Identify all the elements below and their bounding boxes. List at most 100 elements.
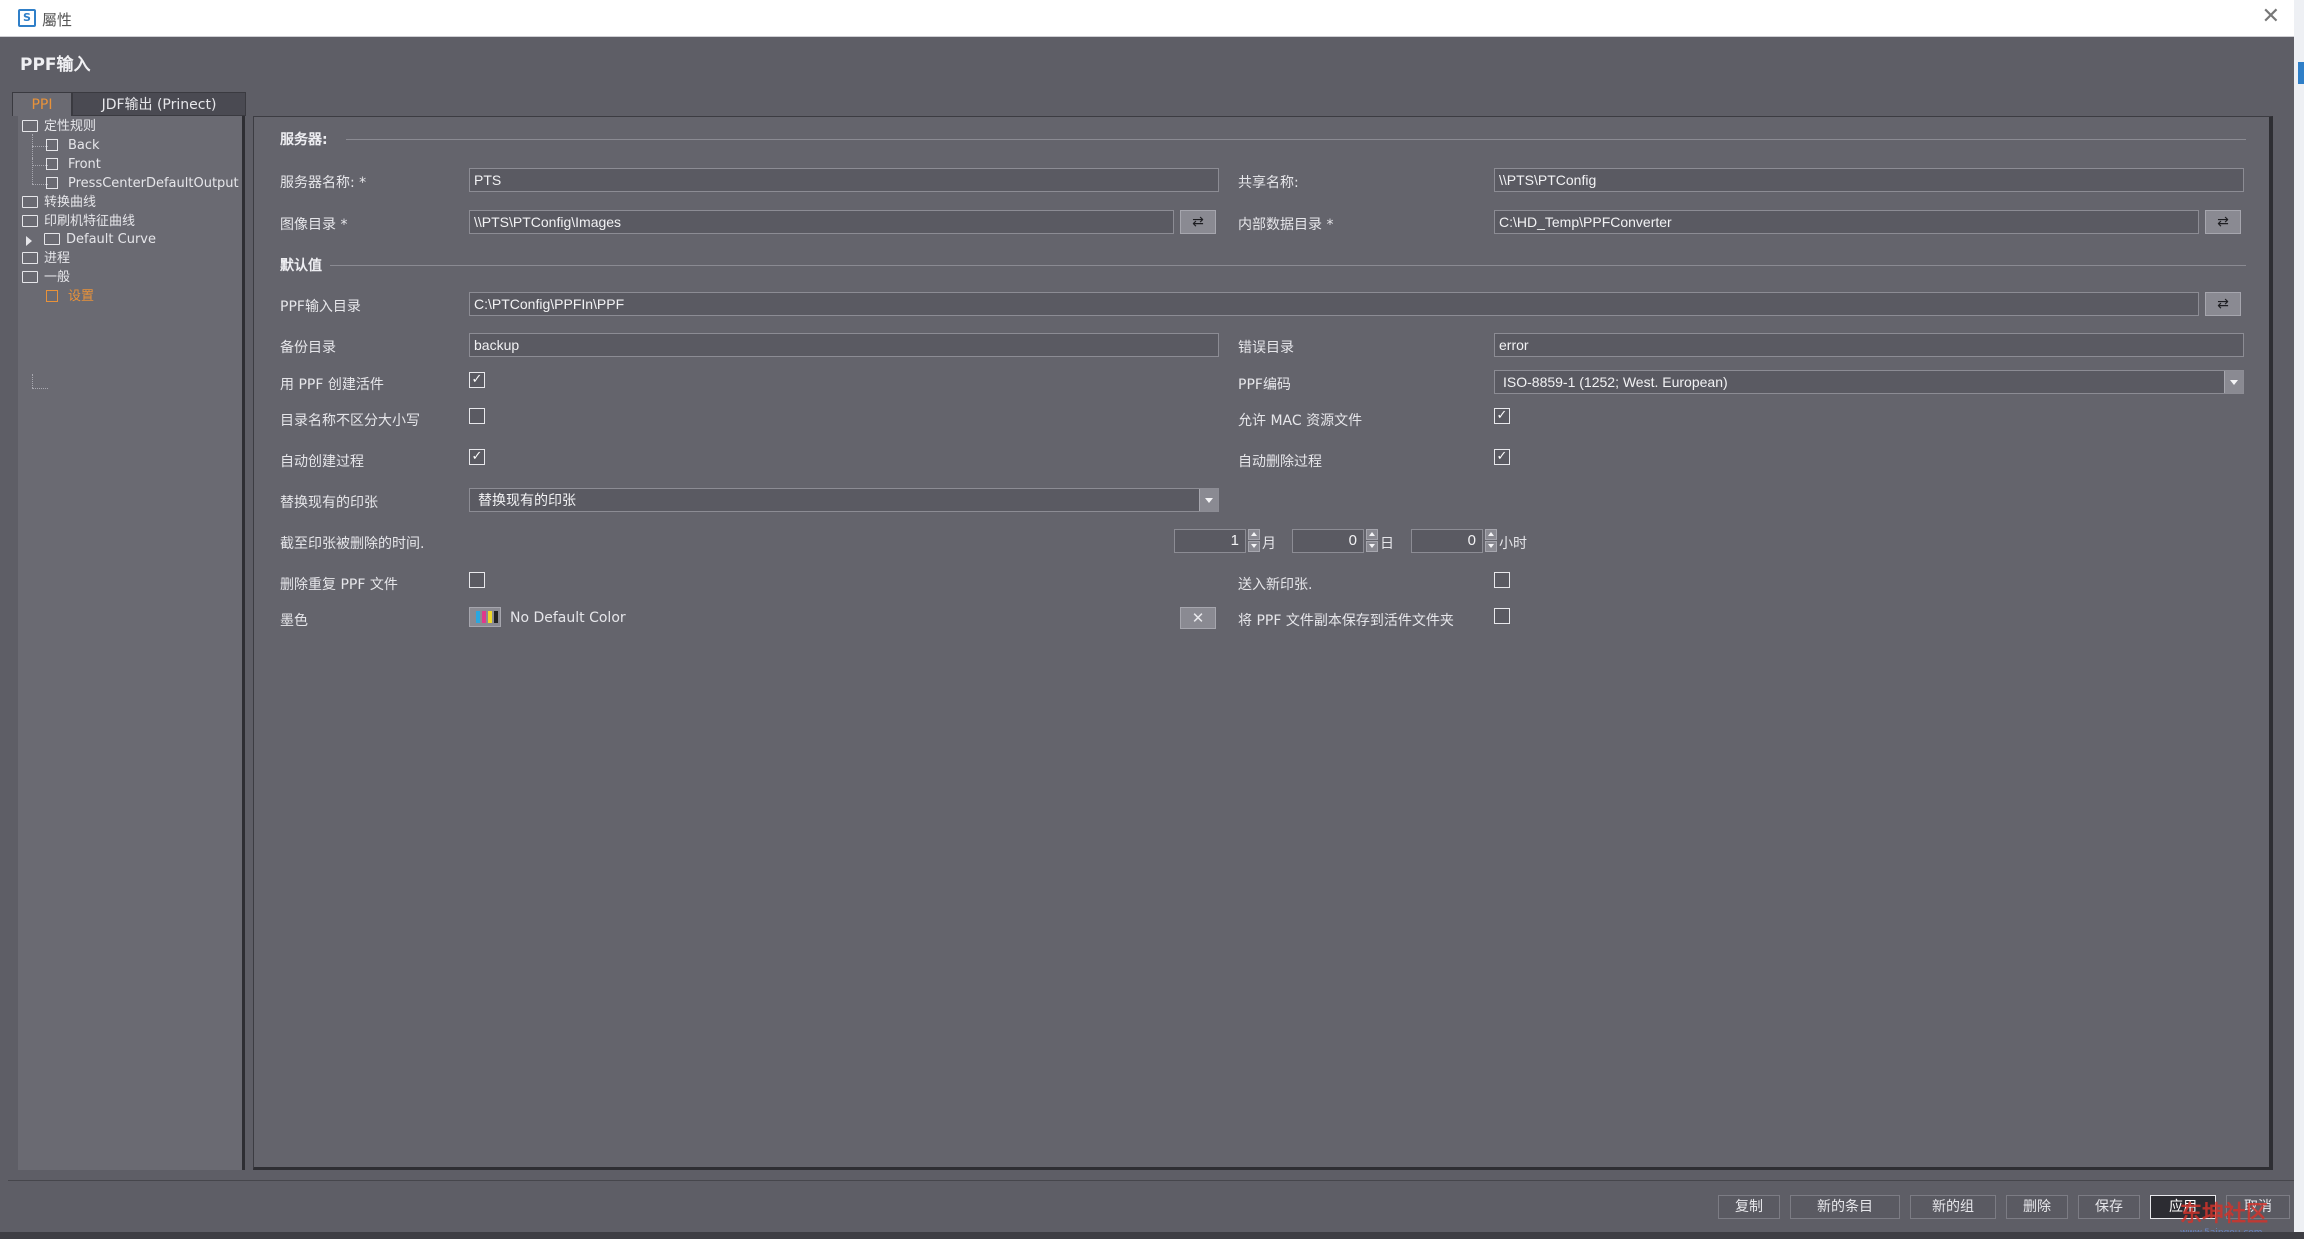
auto-delete-checkbox[interactable]: ✓	[1494, 449, 1510, 465]
checkbox-icon	[46, 289, 58, 302]
tree-item-back[interactable]: Back	[46, 137, 100, 155]
tree-item-presscenter[interactable]: PressCenterDefaultOutput	[46, 175, 239, 193]
folder-icon	[22, 270, 38, 283]
tree-item-general[interactable]: 一般	[22, 269, 70, 287]
clear-icon[interactable]: ✕	[1180, 607, 1216, 629]
hours-spinner[interactable]	[1485, 529, 1497, 553]
window-title: 屬性	[42, 11, 73, 29]
server-name-label: 服务器名称: *	[280, 175, 367, 191]
delete-duplicate-checkbox[interactable]	[469, 572, 485, 588]
months-unit: 月	[1262, 536, 1276, 552]
tree-item-settings[interactable]: 设置	[46, 288, 94, 306]
page-title: PPF输入	[20, 55, 91, 75]
dropdown-arrow-icon[interactable]	[1199, 489, 1218, 511]
delete-button[interactable]: 删除	[2006, 1195, 2068, 1219]
tab-ppi[interactable]: PPI	[12, 92, 72, 116]
backup-dir-input[interactable]: backup	[469, 333, 1219, 357]
tree-item-process[interactable]: 进程	[22, 250, 70, 268]
background-window-accent	[2298, 62, 2304, 84]
internal-dir-input[interactable]: C:\HD_Temp\PPFConverter	[1494, 210, 2199, 234]
settings-form: 服务器: 服务器名称: * PTS 共享名称: \\PTS\PTConfig 图…	[253, 116, 2273, 1170]
delete-time-label: 截至印张被删除的时间.	[280, 536, 425, 552]
window-bottom-edge	[0, 1232, 2304, 1239]
ppf-input-label: PPF输入目录	[280, 299, 361, 315]
action-bar: 复制 新的条目 新的组 删除 保存 应用 取消	[8, 1180, 2294, 1233]
months-spinner[interactable]	[1248, 529, 1260, 553]
folder-icon	[22, 214, 38, 227]
allow-mac-checkbox[interactable]: ✓	[1494, 408, 1510, 424]
tree-item-label: 进程	[44, 251, 71, 266]
tree-item-label: 一般	[44, 270, 71, 285]
tree-item-default-curve[interactable]: Default Curve	[44, 231, 156, 249]
tree-item-label: PressCenterDefaultOutput	[68, 176, 239, 191]
spin-down-icon[interactable]	[1485, 541, 1497, 552]
tree-item-label: 印刷机特征曲线	[44, 214, 136, 229]
replace-sheets-select[interactable]: 替换现有的印张	[469, 488, 1219, 512]
tree-item-label: Back	[68, 138, 100, 153]
checkbox-icon	[46, 176, 58, 189]
new-entry-button[interactable]: 新的条目	[1790, 1195, 1900, 1219]
copy-button[interactable]: 复制	[1718, 1195, 1780, 1219]
auto-delete-label: 自动删除过程	[1238, 454, 1322, 470]
days-input[interactable]: 0	[1292, 529, 1364, 553]
share-name-label: 共享名称:	[1238, 175, 1299, 191]
group-divider	[330, 265, 2246, 266]
save-copy-checkbox[interactable]	[1494, 608, 1510, 624]
new-group-button[interactable]: 新的组	[1910, 1195, 1996, 1219]
save-button[interactable]: 保存	[2078, 1195, 2140, 1219]
expand-arrow-icon[interactable]	[26, 236, 32, 246]
image-dir-input[interactable]: \\PTS\PTConfig\Images	[469, 210, 1174, 234]
error-dir-label: 错误目录	[1238, 340, 1294, 356]
tree-item-conversion-curves[interactable]: 转换曲线	[22, 194, 96, 212]
tree-item-label: 转换曲线	[44, 195, 97, 210]
error-dir-input[interactable]: error	[1494, 333, 2244, 357]
send-new-sheets-checkbox[interactable]	[1494, 572, 1510, 588]
replace-sheets-label: 替换现有的印张	[280, 495, 378, 511]
close-icon[interactable]: ✕	[2262, 4, 2280, 29]
days-spinner[interactable]	[1366, 529, 1378, 553]
ppf-encoding-label: PPF编码	[1238, 377, 1291, 393]
hours-input[interactable]: 0	[1411, 529, 1483, 553]
ppf-encoding-select[interactable]: ISO-8859-1 (1252; West. European)	[1494, 370, 2244, 394]
window-titlebar: S 屬性 ✕	[0, 0, 2294, 37]
folder-icon	[22, 119, 38, 132]
browse-folder-icon[interactable]: ⇄	[1180, 210, 1216, 234]
defaults-group-title: 默认值	[280, 258, 322, 274]
panel-splitter[interactable]	[245, 116, 253, 1170]
browse-folder-icon[interactable]: ⇄	[2205, 210, 2241, 234]
spin-up-icon[interactable]	[1248, 529, 1260, 540]
delete-duplicate-label: 删除重复 PPF 文件	[280, 577, 398, 593]
tree-panel: 定性规则 Back Front PressCenterDefaultOutput…	[18, 116, 245, 1170]
use-ppf-checkbox[interactable]: ✓	[469, 372, 485, 388]
months-input[interactable]: 1	[1174, 529, 1246, 553]
browse-folder-icon[interactable]: ⇄	[2205, 292, 2241, 316]
dropdown-arrow-icon[interactable]	[2224, 371, 2243, 393]
spin-down-icon[interactable]	[1366, 541, 1378, 552]
spin-up-icon[interactable]	[1366, 529, 1378, 540]
folder-icon	[44, 232, 60, 245]
send-new-sheets-label: 送入新印张.	[1238, 577, 1313, 593]
tree-item-press-curves[interactable]: 印刷机特征曲线	[22, 213, 135, 231]
spin-down-icon[interactable]	[1248, 541, 1260, 552]
ppf-input-dir-input[interactable]: C:\PTConfig\PPFIn\PPF	[469, 292, 2199, 316]
image-dir-label: 图像目录 *	[280, 217, 348, 233]
case-insensitive-label: 目录名称不区分大小写	[280, 413, 420, 429]
replace-sheets-value: 替换现有的印张	[478, 492, 576, 508]
tree-item-label: Front	[68, 157, 101, 172]
color-swatch-icon[interactable]	[469, 607, 501, 627]
app-icon: S	[18, 9, 36, 27]
share-name-input[interactable]: \\PTS\PTConfig	[1494, 168, 2244, 192]
server-group-title: 服务器:	[280, 132, 328, 148]
spin-up-icon[interactable]	[1485, 529, 1497, 540]
server-name-input[interactable]: PTS	[469, 168, 1219, 192]
backup-dir-label: 备份目录	[280, 340, 336, 356]
tree-item-rules[interactable]: 定性规则	[22, 118, 96, 136]
tab-jdf-output[interactable]: JDF输出 (Prinect)	[72, 92, 246, 116]
group-divider	[346, 139, 2246, 140]
auto-create-label: 自动创建过程	[280, 454, 364, 470]
case-insensitive-checkbox[interactable]	[469, 408, 485, 424]
auto-create-checkbox[interactable]: ✓	[469, 449, 485, 465]
internal-dir-label: 内部数据目录 *	[1238, 217, 1334, 233]
ink-color-value: No Default Color	[510, 610, 626, 626]
tree-item-front[interactable]: Front	[46, 156, 101, 174]
